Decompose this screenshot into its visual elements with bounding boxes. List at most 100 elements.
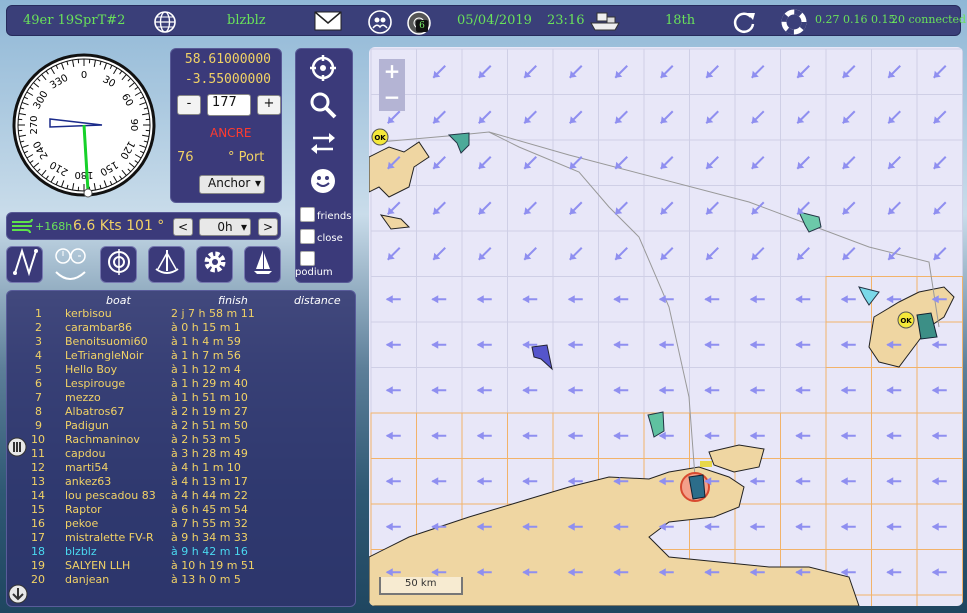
wind-arrow (842, 247, 856, 261)
envelope-icon[interactable] (313, 9, 343, 38)
route-button[interactable] (6, 246, 43, 283)
ranking-row[interactable]: 2 carambar86 à 0 h 15 m 1 (7, 321, 355, 335)
wheel-button[interactable] (100, 246, 137, 283)
ranking-row[interactable]: 8 Albatros67 à 2 h 19 m 27 (7, 405, 355, 419)
ranking-finish: à 1 h 29 m 40 (171, 377, 248, 390)
ranking-row[interactable]: 5 Hello Boy à 1 h 12 m 4 (7, 363, 355, 377)
swap-arrows-icon[interactable] (308, 129, 338, 159)
compass[interactable]: 0 30 60 90 120 150 180 210 240 270 300 330 (12, 53, 157, 198)
wind-arrow (840, 522, 856, 531)
wind-arrow (567, 340, 583, 349)
race-name[interactable]: 49er 19SprT#2 (23, 13, 125, 28)
ranking-boat-name: LeTriangleNoir (65, 349, 144, 362)
wind-arrow (478, 201, 492, 215)
grid-cell (962, 412, 963, 459)
wind-arrow (478, 156, 492, 170)
ranking-rank: 20 (31, 573, 45, 586)
crosshair-icon[interactable] (308, 54, 338, 84)
ranking-row[interactable]: 11 capdou à 3 h 28 m 49 (7, 447, 355, 461)
wind-arrow (523, 201, 537, 215)
wind-arrow (842, 110, 856, 124)
wind-arrow (796, 201, 810, 215)
ranking-row[interactable]: 12 marti54 à 4 h 1 m 10 (7, 461, 355, 475)
heading-plus-button[interactable]: + (257, 95, 281, 115)
lifebuoy-icon[interactable] (781, 9, 807, 40)
ranking-row[interactable]: 20 danjean à 13 h 0 m 5 (7, 573, 355, 587)
ranking-row[interactable]: 4 LeTriangleNoir à 1 h 7 m 56 (7, 349, 355, 363)
mode-select[interactable]: Anchor ▾ (199, 175, 265, 194)
connected-label[interactable]: 20 connected (891, 13, 966, 26)
ranking-rank: 12 (31, 461, 45, 474)
wind-arrow (431, 386, 447, 395)
wind-arrow (931, 340, 947, 349)
friends-checkbox[interactable] (300, 207, 315, 222)
angle-unit: ° Port (228, 150, 265, 165)
sextant-button[interactable] (148, 246, 185, 283)
scroll-down-icon[interactable] (8, 584, 28, 607)
ranking-row[interactable]: 9 Padigun à 2 h 51 m 50 (7, 419, 355, 433)
ranking-row[interactable]: 17 mistralette FV-R à 9 h 34 m 33 (7, 531, 355, 545)
header-finish[interactable]: finish (218, 294, 248, 307)
wind-arrow (749, 431, 765, 440)
heading-input[interactable]: 177 (207, 94, 251, 116)
ranking-finish: à 9 h 34 m 33 (171, 531, 248, 544)
wind-arrow (886, 477, 902, 486)
ranking-row[interactable]: 6 Lespirouge à 1 h 29 m 40 (7, 377, 355, 391)
close-checkbox[interactable] (300, 229, 315, 244)
ranking-rank: 8 (35, 405, 42, 418)
pause-icon[interactable] (7, 437, 27, 460)
ranking-row[interactable]: 7 mezzo à 1 h 51 m 10 (7, 391, 355, 405)
mode-select-value: Anchor (208, 176, 251, 190)
ranking-row[interactable]: 10 Rachmaninov à 2 h 53 m 5 (7, 433, 355, 447)
header-boat[interactable]: boat (106, 294, 131, 307)
globe-icon[interactable] (152, 9, 178, 40)
ranking-rank: 9 (35, 419, 42, 432)
prev-time-button[interactable]: < (173, 218, 193, 236)
wind-arrow (431, 340, 447, 349)
ranking-rank: 4 (35, 349, 42, 362)
map-view[interactable]: OK OK + − 50 km (369, 47, 963, 606)
ranking-rank: 17 (31, 531, 45, 544)
wind-arrow (749, 340, 765, 349)
zoom-in-button[interactable]: + (379, 59, 405, 85)
ranking-finish: à 9 h 42 m 16 (171, 545, 248, 558)
ranking-rank: 1 (35, 307, 42, 320)
refresh-icon[interactable] (731, 9, 757, 40)
smiley-icon[interactable] (308, 167, 338, 197)
magnifier-icon[interactable] (308, 91, 338, 121)
wind-arrow (567, 431, 583, 440)
ranking-row[interactable]: 15 Raptor à 6 h 45 m 54 (7, 503, 355, 517)
gear-button[interactable] (196, 246, 233, 283)
wind-arrow (705, 201, 719, 215)
wind-arrow (432, 110, 446, 124)
ranking-row[interactable]: 13 ankez63 à 4 h 13 m 17 (7, 475, 355, 489)
podium-checkbox[interactable] (300, 251, 315, 266)
wind-arrow (840, 295, 856, 304)
boat-icon[interactable] (589, 9, 621, 38)
header-distance[interactable]: distance (294, 294, 341, 307)
wind-arrow (887, 247, 901, 261)
ranking-finish: à 1 h 4 m 59 (171, 335, 241, 348)
sail-button[interactable] (244, 246, 281, 283)
wind-arrow (795, 477, 811, 486)
wind-arrow (522, 386, 538, 395)
heading-minus-button[interactable]: - (177, 95, 201, 115)
wind-arrow (387, 247, 401, 261)
wind-arrow (795, 340, 811, 349)
ranking-row[interactable]: 3 Benoitsuomi60 à 1 h 4 m 59 (7, 335, 355, 349)
ranking-row[interactable]: 1 kerbisou 2 j 7 h 58 m 11 (7, 307, 355, 321)
ranking-row[interactable]: 18 blzblz à 9 h 42 m 16 (7, 545, 355, 559)
time-select[interactable]: 0h ▾ (199, 218, 251, 236)
ranking-row[interactable]: 16 pekoe à 7 h 55 m 32 (7, 517, 355, 531)
wind-arrow (887, 201, 901, 215)
next-time-button[interactable]: > (258, 218, 278, 236)
ranking-row[interactable]: 14 lou pescadou 83 à 4 h 44 m 22 (7, 489, 355, 503)
wind-arrow (751, 247, 765, 261)
zoom-out-button[interactable]: − (379, 85, 405, 111)
ranking-row[interactable]: 19 SALYEN LLH à 10 h 19 m 51 (7, 559, 355, 573)
wind-arrow (840, 386, 856, 395)
wind-forecast-icon[interactable] (10, 217, 36, 238)
ranking-finish: à 6 h 45 m 54 (171, 503, 248, 516)
clock-button[interactable] (52, 246, 89, 283)
team-icon[interactable] (367, 9, 393, 40)
